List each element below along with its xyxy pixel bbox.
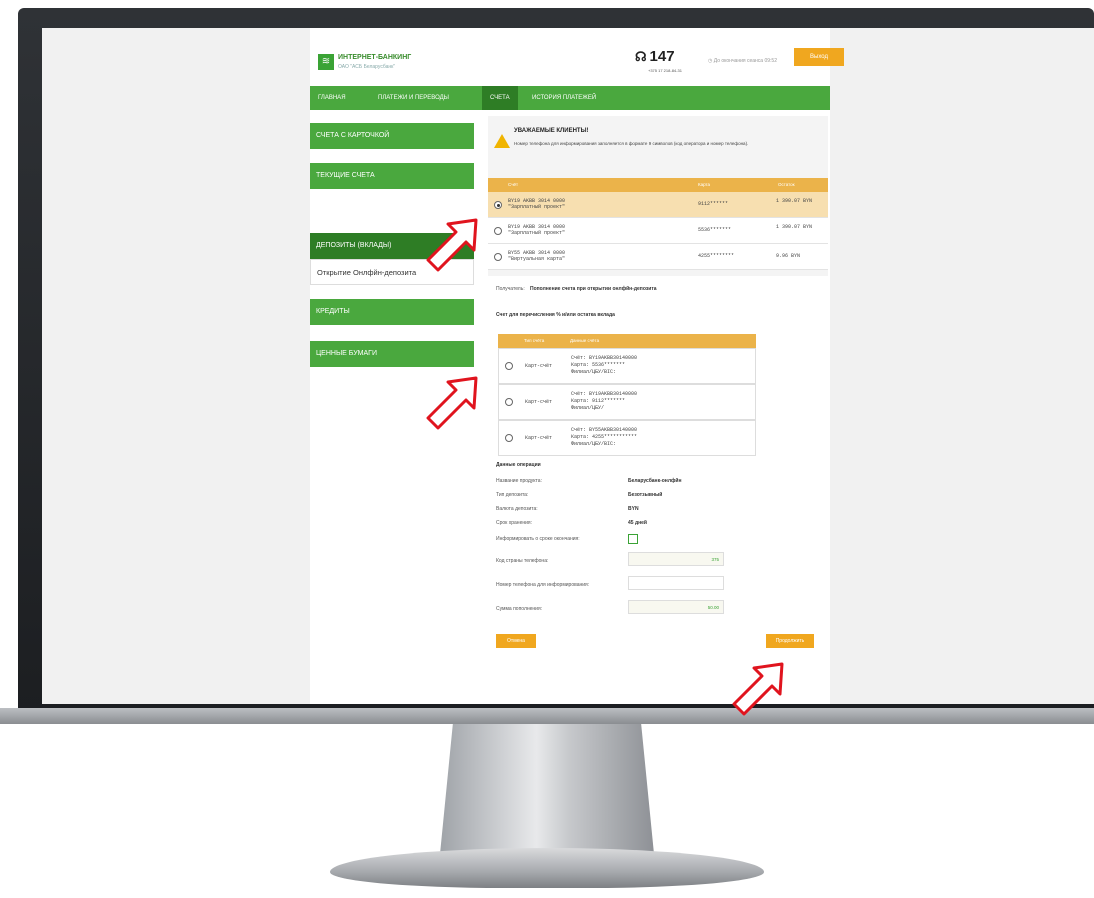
th-card: Карта	[698, 182, 711, 187]
country-code-field[interactable]: 375	[628, 552, 724, 566]
sidebar-item-card-accounts[interactable]: СЧЕТА С КАРТОЧКОЙ	[310, 123, 474, 149]
term-label: Срок хранения:	[496, 520, 533, 526]
notify-label: Информировать о сроке окончания:	[496, 536, 580, 542]
arrow-pointer-icon	[426, 376, 478, 430]
deposit-type-value: Безотзывный	[628, 492, 663, 498]
th-account-type: Тип счёта	[524, 338, 545, 343]
phone-label: Номер телефона для информирования:	[496, 582, 590, 588]
account-type: Карт-счёт	[525, 363, 553, 369]
balance: 1 390.07 BYN	[776, 198, 813, 204]
interest-account-radio[interactable]	[505, 362, 513, 370]
notify-checkbox[interactable]	[628, 534, 638, 544]
monitor-screen: ≋ ИНТЕРНЕТ-БАНКИНГ ОАО "АСБ Беларусбанк"…	[42, 28, 1094, 704]
deposit-form: Получатель: Пополнение счета при открыти…	[488, 276, 828, 684]
account-line2: Карта: 4255***********	[571, 434, 638, 440]
th-balance: Остаток	[778, 182, 795, 187]
card-number: 5536*******	[698, 227, 732, 233]
banking-page: ≋ ИНТЕРНЕТ-БАНКИНГ ОАО "АСБ Беларусбанк"…	[310, 28, 844, 704]
nav-item-payments[interactable]: ПЛАТЕЖИ И ПЕРЕВОДЫ	[370, 86, 457, 110]
headset-icon: ☊	[635, 49, 647, 64]
sidebar-item-credits[interactable]: КРЕДИТЫ	[310, 299, 474, 325]
account-radio[interactable]	[494, 201, 502, 209]
account-line3: Филиал/ЦБУ/BIC:	[571, 369, 617, 375]
interest-table-header: Тип счёта Данные счёта	[498, 334, 756, 348]
table-row[interactable]: Карт-счёт Счёт: BY19AKBB30140000 Карта: …	[498, 384, 756, 420]
monitor-chin	[0, 708, 1094, 724]
th-account-data: Данные счёта	[570, 338, 600, 343]
bank-logo-icon: ≋	[318, 54, 334, 70]
account-radio[interactable]	[494, 227, 502, 235]
interest-account-radio[interactable]	[505, 398, 513, 406]
notice-text: Номер телефона для информирования заполн…	[514, 141, 749, 146]
arrow-pointer-icon	[732, 662, 784, 716]
account-line3: Филиал/ЦБУ/	[571, 405, 605, 411]
main-nav: ГЛАВНАЯ ПЛАТЕЖИ И ПЕРЕВОДЫ СЧЕТА ИСТОРИЯ…	[310, 86, 830, 110]
product-name-label: Название продукта:	[496, 478, 542, 484]
recipient-label: Получатель:	[496, 286, 525, 292]
account-name: "Зарплатный проект"	[508, 230, 566, 236]
account-line1: Счёт: BY55AKBB30140000	[571, 427, 638, 433]
sidebar-item-securities[interactable]: ЦЕННЫЕ БУМАГИ	[310, 341, 474, 367]
session-timer: ◷ До окончания сеанса 09:52	[708, 58, 777, 64]
accounts-table-header: Счёт Карта Остаток	[488, 178, 828, 192]
balance: 9.96 BYN	[776, 253, 801, 259]
table-row[interactable]: BY19 AKBB 3014 0000 "Зарплатный проект" …	[488, 218, 828, 244]
balance: 1 390.07 BYN	[776, 224, 813, 230]
logo-title: ИНТЕРНЕТ-БАНКИНГ	[338, 54, 412, 61]
session-text: До окончания сеанса 09:52	[713, 58, 777, 64]
notice-title: УВАЖАЕМЫЕ КЛИЕНТЫ!	[514, 128, 589, 134]
arrow-pointer-icon	[426, 218, 478, 272]
card-number: 9112******	[698, 201, 729, 207]
th-account: Счёт	[508, 182, 519, 187]
account-line1: Счёт: BY19AKBB30140000	[571, 391, 638, 397]
interest-account-title: Счет для перечисления % и/или остатка вк…	[496, 312, 615, 318]
account-type: Карт-счёт	[525, 399, 553, 405]
account-line3: Филиал/ЦБУ/BIC:	[571, 441, 617, 447]
table-row[interactable]: BY55 AKBB 3014 0000 "Виртуальная карта" …	[488, 244, 828, 270]
table-row[interactable]: Карт-счёт Счёт: BY55AKBB30140000 Карта: …	[498, 420, 756, 456]
sidebar-item-current-accounts[interactable]: ТЕКУЩИЕ СЧЕТА	[310, 163, 474, 189]
logo-subtitle: ОАО "АСБ Беларусбанк"	[338, 64, 396, 70]
interest-account-radio[interactable]	[505, 434, 513, 442]
table-row[interactable]: Карт-счёт Счёт: BY19AKBB30140000 Карта: …	[498, 348, 756, 384]
deposit-type-label: Тип депозита:	[496, 492, 529, 498]
table-row[interactable]: BY19 AKBB 3014 0000 "Зарплатный проект" …	[488, 192, 828, 218]
product-name-value: Беларусбанк-онлфйн	[628, 478, 682, 484]
account-line2: Карта: 9112*******	[571, 398, 626, 404]
nav-item-accounts[interactable]: СЧЕТА	[482, 86, 518, 110]
continue-button[interactable]: Продолжить	[766, 634, 814, 648]
currency-label: Валюта депозита:	[496, 506, 538, 512]
exit-button[interactable]: Выход	[794, 48, 844, 66]
main-content: УВАЖАЕМЫЕ КЛИЕНТЫ! Номер телефона для ин…	[488, 116, 828, 684]
recipient-value: Пополнение счета при открытии онлфйн-деп…	[530, 286, 657, 292]
amount-label: Сумма пополнения:	[496, 606, 543, 612]
top-bar: ≋ ИНТЕРНЕТ-БАНКИНГ ОАО "АСБ Беларусбанк"…	[310, 28, 844, 84]
operation-title: Данные операции	[496, 462, 541, 468]
nav-item-history[interactable]: ИСТОРИЯ ПЛАТЕЖЕЙ	[524, 86, 604, 110]
account-line1: Счёт: BY19AKBB30140000	[571, 355, 638, 361]
phone-number: 147	[649, 48, 675, 65]
phone-field[interactable]	[628, 576, 724, 590]
term-value: 45 дней	[628, 520, 647, 526]
currency-value: BYN	[628, 506, 639, 512]
account-radio[interactable]	[494, 253, 502, 261]
account-type: Карт-счёт	[525, 435, 553, 441]
nav-item-home[interactable]: ГЛАВНАЯ	[310, 86, 354, 110]
account-name: "Зарплатный проект"	[508, 204, 566, 210]
monitor-stand-neck	[440, 724, 654, 854]
account-line2: Карта: 5536*******	[571, 362, 626, 368]
support-phone: ☊ 147	[635, 48, 675, 65]
cancel-button[interactable]: Отмена	[496, 634, 536, 648]
monitor-stand-base	[330, 848, 764, 888]
phone-sub-number: +375 17 218-84-31	[648, 68, 682, 73]
warning-icon	[494, 134, 510, 148]
country-code-label: Код страны телефона:	[496, 558, 549, 564]
amount-field[interactable]: 50.00	[628, 600, 724, 614]
card-number: 4255********	[698, 253, 735, 259]
account-name: "Виртуальная карта"	[508, 256, 566, 262]
